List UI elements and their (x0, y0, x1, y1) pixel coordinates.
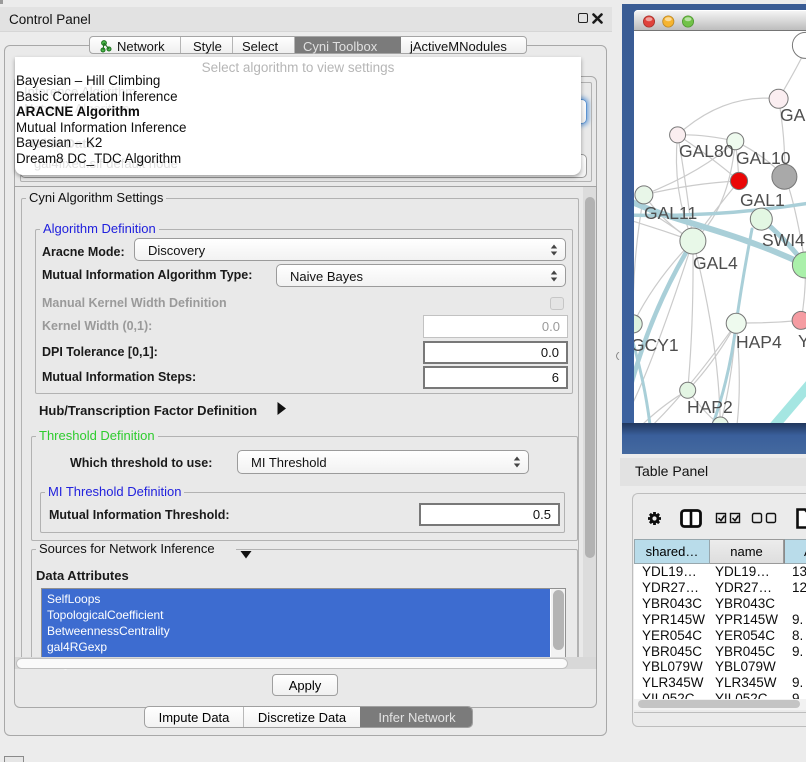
svg-text:GAL80: GAL80 (679, 141, 734, 161)
svg-text:HAP4: HAP4 (736, 332, 782, 352)
svg-text:Y: Y (798, 331, 806, 351)
svg-text:GAL11: GAL11 (644, 203, 697, 223)
svg-text:SWI4: SWI4 (762, 230, 805, 250)
svg-text:GAL7: GAL7 (780, 105, 806, 125)
svg-text:GAL10: GAL10 (736, 148, 791, 168)
svg-text:GAL1: GAL1 (740, 190, 785, 210)
svg-text:GCY1: GCY1 (634, 335, 679, 355)
svg-text:GAL4: GAL4 (693, 253, 738, 273)
svg-text:HAP2: HAP2 (687, 397, 733, 417)
